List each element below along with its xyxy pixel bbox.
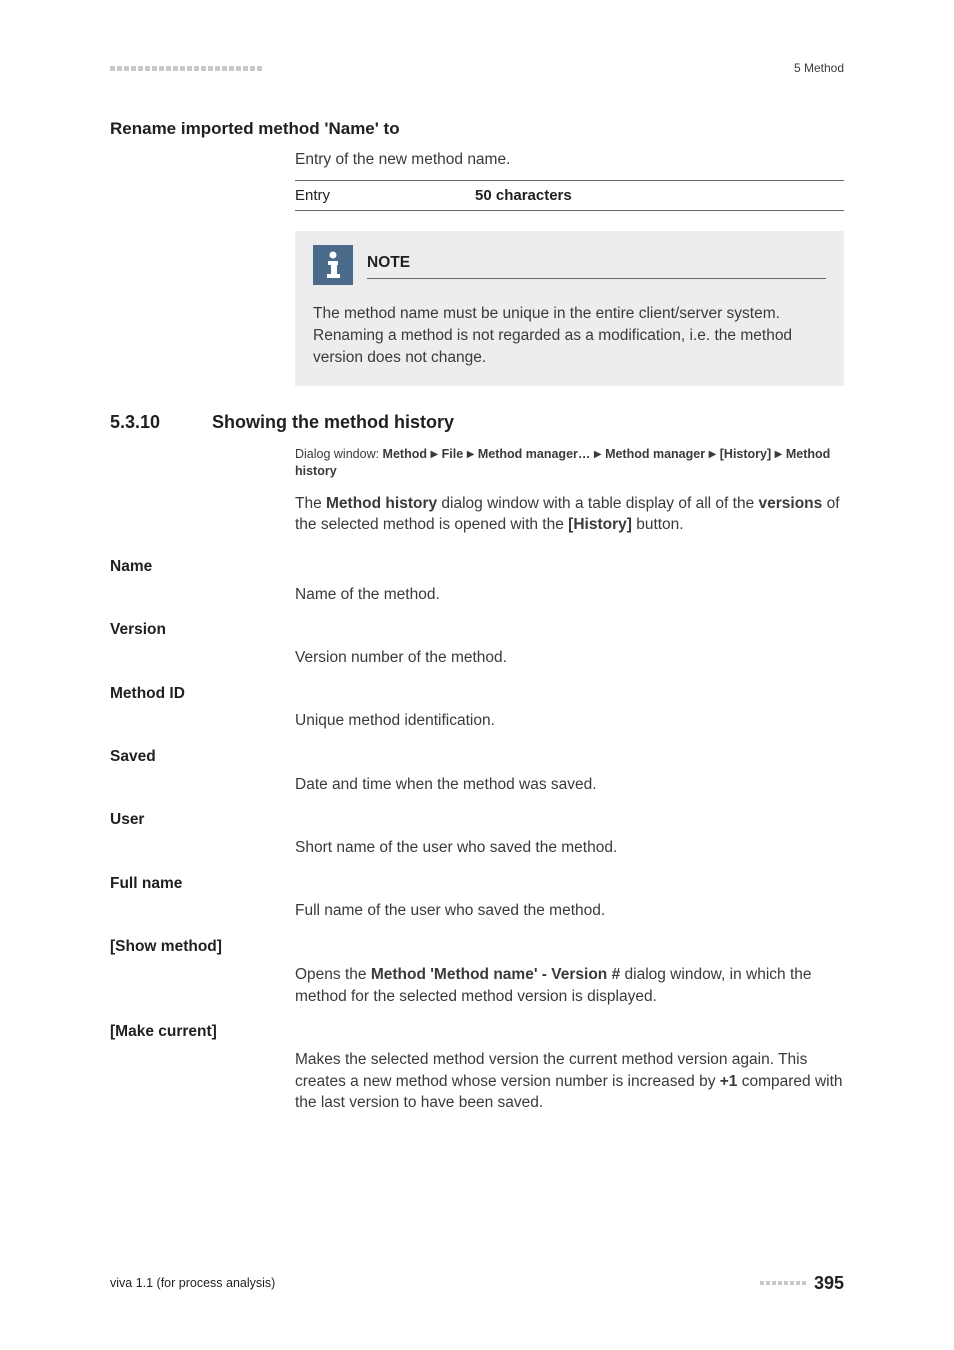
field-methodid-desc: Unique method identification.	[295, 710, 844, 732]
note-box: NOTE The method name must be unique in t…	[295, 231, 844, 386]
page-header: 5 Method	[110, 60, 844, 77]
field-user-desc: Short name of the user who saved the met…	[295, 837, 844, 859]
field-showmethod-desc: Opens the Method 'Method name' - Version…	[295, 964, 844, 1007]
field-saved-label: Saved	[110, 746, 844, 768]
entry-row: Entry 50 characters	[295, 180, 844, 211]
path-part-0: Method	[383, 447, 427, 461]
chapter-label: 5 Method	[794, 60, 844, 77]
footer-product: viva 1.1 (for process analysis)	[110, 1275, 275, 1293]
field-methodid-label: Method ID	[110, 683, 844, 705]
section-heading: 5.3.10 Showing the method history	[110, 410, 844, 435]
path-part-4: [History]	[720, 447, 771, 461]
field-user-label: User	[110, 809, 844, 831]
rename-heading: Rename imported method 'Name' to	[110, 117, 844, 141]
entry-value: 50 characters	[475, 185, 572, 206]
field-name-label: Name	[110, 556, 844, 578]
field-makecurrent-label: [Make current]	[110, 1021, 844, 1043]
footer-decoration	[760, 1281, 806, 1285]
field-version-desc: Version number of the method.	[295, 647, 844, 669]
dialog-path: Dialog window: Method ▶ File ▶ Method ma…	[295, 446, 844, 481]
path-part-2: Method manager…	[478, 447, 591, 461]
path-part-3: Method manager	[605, 447, 705, 461]
section-number: 5.3.10	[110, 410, 182, 435]
note-title: NOTE	[367, 252, 826, 274]
header-decoration	[110, 66, 262, 71]
field-saved-desc: Date and time when the method was saved.	[295, 774, 844, 796]
page-footer: viva 1.1 (for process analysis) 395	[110, 1271, 844, 1296]
field-fullname-label: Full name	[110, 873, 844, 895]
field-fullname-desc: Full name of the user who saved the meth…	[295, 900, 844, 922]
note-body: The method name must be unique in the en…	[313, 303, 826, 368]
rename-description: Entry of the new method name.	[295, 149, 844, 171]
section-title: Showing the method history	[212, 410, 454, 435]
dialog-path-prefix: Dialog window:	[295, 447, 383, 461]
field-showmethod-label: [Show method]	[110, 936, 844, 958]
field-makecurrent-desc: Makes the selected method version the cu…	[295, 1049, 844, 1114]
page-number: 395	[814, 1271, 844, 1296]
entry-label: Entry	[295, 185, 475, 206]
field-name-desc: Name of the method.	[295, 584, 844, 606]
field-version-label: Version	[110, 619, 844, 641]
path-part-1: File	[442, 447, 464, 461]
section-intro: The Method history dialog window with a …	[295, 493, 844, 536]
info-icon	[313, 245, 353, 285]
